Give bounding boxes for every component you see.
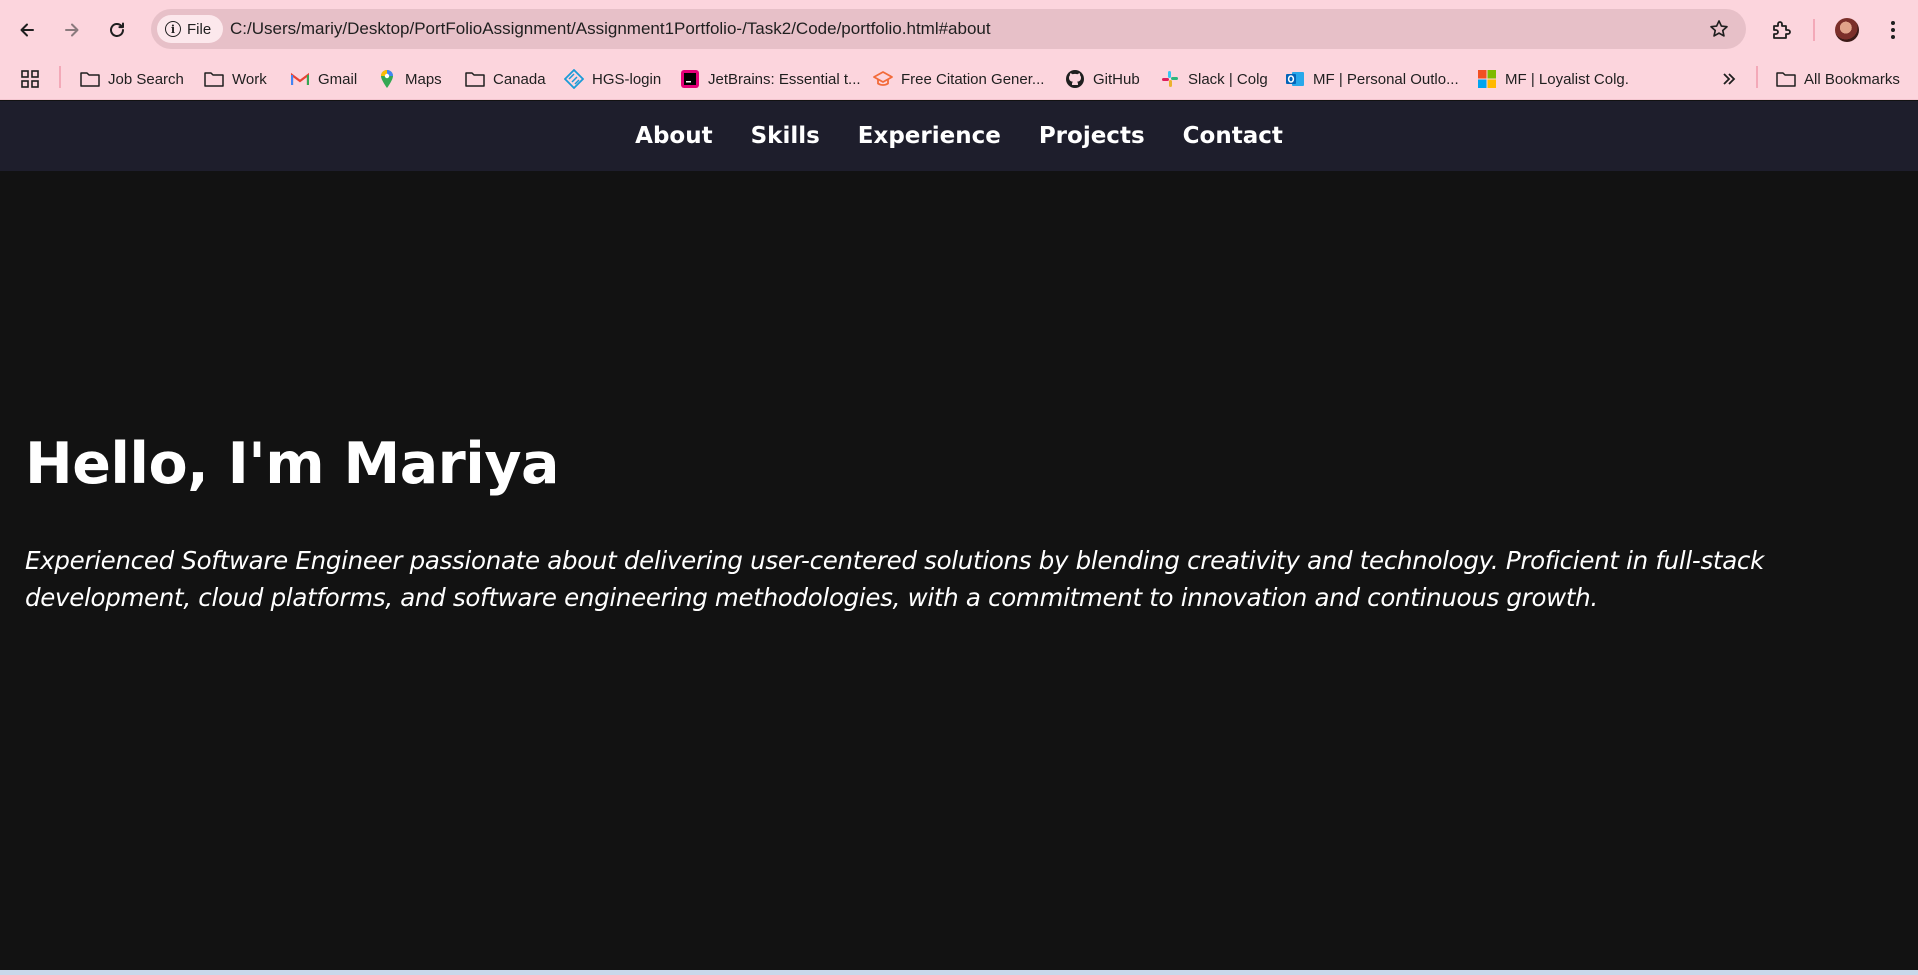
kebab-menu-icon [1891,21,1895,39]
hero-description-line-1: Experienced Software Engineer passionate… [25,546,1764,575]
bookmark-label: Gmail [318,70,358,88]
bookmark-hgs-login[interactable]: HGS-login [564,65,661,93]
hero-description-line-2: development, cloud platforms, and softwa… [25,583,1598,612]
address-bar[interactable]: i File C:/Users/mariy/Desktop/PortFolioA… [151,9,1746,49]
bookmark-github[interactable]: GitHub [1065,65,1140,93]
nav-link-projects[interactable]: Projects [1039,123,1145,149]
jetbrains-icon [680,70,700,88]
reload-icon [110,22,124,37]
bookmarks-divider [59,66,61,88]
menu-button[interactable] [1875,12,1911,48]
all-bookmarks-button[interactable]: All Bookmarks [1776,65,1900,93]
bookmark-label: Canada [493,70,546,88]
site-info-chip[interactable]: i File [157,15,224,43]
bookmark-star-icon[interactable] [1708,18,1730,40]
bookmark-slack[interactable]: Slack | Colg [1160,65,1268,93]
bookmark-label: HGS-login [592,70,662,88]
bookmark-jetbrains[interactable]: JetBrains: Essential t... [680,65,861,93]
bookmarks-bar: Job Search Work Gmail Maps Canada HGS-lo… [0,58,1918,100]
back-button[interactable] [9,12,45,48]
microsoft-icon [1477,70,1497,88]
bookmark-job-search[interactable]: Job Search [80,65,184,93]
folder-icon [204,70,224,88]
github-icon [1065,70,1085,88]
nav-link-experience[interactable]: Experience [858,123,1001,149]
citation-icon [873,70,893,88]
maps-icon [377,70,397,88]
apps-button[interactable] [20,65,40,93]
bookmark-label: MF | Personal Outlo... [1313,70,1459,88]
hero-description: Experienced Software Engineer passionate… [25,542,1825,616]
arrow-right-icon [65,23,79,37]
bookmark-gmail[interactable]: Gmail [290,65,357,93]
nav-link-about[interactable]: About [635,123,712,149]
bookmark-outlook[interactable]: MF | Personal Outlo... [1285,65,1459,93]
hero-title: Hello, I'm Mariya [25,431,559,497]
folder-icon [80,70,100,88]
window-bottom-edge [0,970,1918,975]
forward-button[interactable] [54,12,90,48]
nav-link-contact[interactable]: Contact [1183,123,1283,149]
toolbar-divider [1813,19,1815,41]
bookmark-loyalist[interactable]: MF | Loyalist Colg. [1477,65,1629,93]
browser-toolbar: i File C:/Users/mariy/Desktop/PortFolioA… [0,0,1918,58]
bookmark-label: GitHub [1093,70,1140,88]
slack-icon [1160,70,1180,88]
gmail-icon [290,70,310,88]
info-icon: i [165,21,181,37]
url-text[interactable]: C:/Users/mariy/Desktop/PortFolioAssignme… [230,9,991,49]
bookmark-label: JetBrains: Essential t... [708,70,861,88]
puzzle-icon [1773,21,1791,39]
reload-button[interactable] [99,12,135,48]
arrow-left-icon [20,23,34,37]
bookmark-maps[interactable]: Maps [377,65,442,93]
bookmark-label: Free Citation Gener... [901,70,1045,88]
hgs-icon [564,69,584,89]
profile-button[interactable] [1829,12,1865,48]
outlook-icon [1285,70,1305,88]
site-navbar: About Skills Experience Projects Contact [0,101,1918,171]
bookmark-label: Work [232,70,267,88]
extensions-button[interactable] [1763,12,1799,48]
portfolio-page: About Skills Experience Projects Contact… [0,101,1918,970]
apps-grid-icon [20,70,40,88]
all-bookmarks-label: All Bookmarks [1804,70,1900,88]
file-chip-label: File [187,20,212,38]
folder-icon [1776,70,1796,88]
bookmark-free-citation[interactable]: Free Citation Gener... [873,65,1044,93]
more-bookmarks-button[interactable] [1719,65,1739,93]
bookmark-label: MF | Loyalist Colg. [1505,70,1629,88]
chevron-double-right-icon [1719,70,1739,88]
bookmark-label: Slack | Colg [1188,70,1268,88]
bookmark-work[interactable]: Work [204,65,267,93]
bookmark-label: Maps [405,70,442,88]
bookmarks-divider [1756,66,1758,88]
avatar [1835,18,1859,42]
bookmark-canada[interactable]: Canada [465,65,546,93]
bookmark-label: Job Search [108,70,184,88]
nav-link-skills[interactable]: Skills [751,123,820,149]
folder-icon [465,70,485,88]
